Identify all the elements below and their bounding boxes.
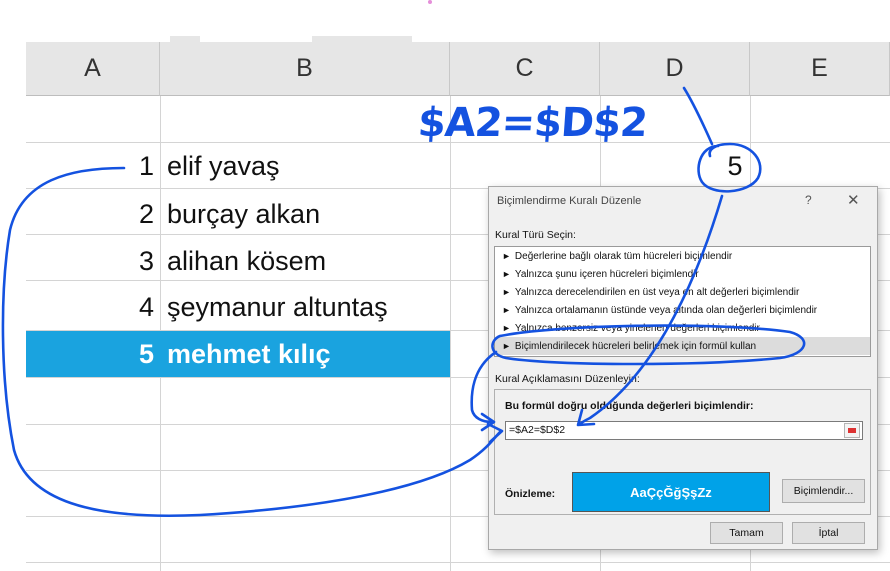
range-select-icon[interactable] — [844, 423, 860, 438]
rule-type-item[interactable]: ► Yalnızca ortalamanın üstünde veya altın… — [495, 301, 870, 319]
preview-label: Önizleme: — [505, 488, 556, 500]
formula-label: Bu formül doğru olduğunda değerleri biçi… — [505, 400, 754, 412]
arrow-right-icon: ► — [502, 305, 511, 315]
column-header-a[interactable]: A — [26, 42, 160, 96]
column-header-e[interactable]: E — [750, 42, 890, 96]
arrow-right-icon: ► — [502, 251, 511, 261]
edit-formatting-rule-dialog: Biçimlendirme Kuralı Düzenle ? ✕ Kural T… — [488, 186, 878, 550]
cursor-dot — [428, 0, 432, 4]
cell-a3[interactable]: 3 — [26, 238, 160, 284]
cell-b1[interactable]: elif yavaş — [160, 143, 450, 189]
help-icon[interactable]: ? — [805, 193, 812, 207]
rule-type-text: Yalnızca benzersiz veya yinelenen değerl… — [514, 323, 760, 334]
grid-line — [450, 96, 451, 571]
rule-type-text: Değerlerine bağlı olarak tüm hücreleri b… — [514, 251, 733, 262]
cell-a1[interactable]: 1 — [26, 143, 160, 189]
cell-b2[interactable]: burçay alkan — [160, 191, 450, 237]
rule-type-text: Yalnızca şunu içeren hücreleri biçimlend… — [514, 269, 699, 280]
cell-d2-value[interactable]: 5 — [700, 143, 770, 189]
handwritten-formula: $A2=$D$2 — [416, 100, 649, 146]
rule-type-item[interactable]: ► Yalnızca benzersiz veya yinelenen değer… — [495, 319, 870, 337]
column-header-b[interactable]: B — [160, 42, 450, 96]
dialog-title: Biçimlendirme Kuralı Düzenle — [497, 195, 642, 207]
column-header-d[interactable]: D — [600, 42, 750, 96]
cell-a4[interactable]: 4 — [26, 284, 160, 330]
rule-type-list[interactable]: ► Değerlerine bağlı olarak tüm hücreleri … — [494, 246, 871, 357]
close-icon[interactable]: ✕ — [847, 191, 860, 209]
format-button[interactable]: Biçimlendir... — [782, 479, 865, 503]
ok-button[interactable]: Tamam — [710, 522, 783, 544]
rule-type-label: Kural Türü Seçin: — [495, 229, 576, 241]
rule-type-text: Yalnızca ortalamanın üstünde veya altınd… — [514, 305, 818, 316]
format-preview: AaÇçĞğŞşZz — [572, 472, 770, 512]
arrow-right-icon: ► — [502, 341, 511, 351]
cell-b5[interactable]: mehmet kılıç — [160, 331, 450, 377]
ribbon-area — [26, 0, 890, 42]
cell-b4[interactable]: şeymanur altuntaş — [160, 284, 450, 330]
rule-type-item[interactable]: ► Yalnızca şunu içeren hücreleri biçimlen… — [495, 265, 870, 283]
cell-a5[interactable]: 5 — [26, 331, 160, 377]
grid-line — [26, 562, 890, 563]
cell-a2[interactable]: 2 — [26, 191, 160, 237]
arrow-right-icon: ► — [502, 269, 511, 279]
rule-type-item[interactable]: ► Yalnızca derecelendirilen en üst veya e… — [495, 283, 870, 301]
formula-input[interactable]: =$A2=$D$2 — [505, 421, 863, 440]
rule-type-text: Yalnızca derecelendirilen en üst veya en… — [514, 287, 800, 298]
arrow-right-icon: ► — [502, 323, 511, 333]
arrow-right-icon: ► — [502, 287, 511, 297]
description-label: Kural Açıklamasını Düzenleyin: — [495, 373, 640, 385]
rule-description-group: Bu formül doğru olduğunda değerleri biçi… — [494, 389, 871, 515]
cell-b3[interactable]: alihan kösem — [160, 238, 450, 284]
cancel-button[interactable]: İptal — [792, 522, 865, 544]
rule-type-text: Biçimlendirilecek hücreleri belirlemek i… — [514, 341, 757, 352]
column-header-c[interactable]: C — [450, 42, 600, 96]
formula-text: =$A2=$D$2 — [509, 424, 566, 436]
rule-type-item-selected[interactable]: ► Biçimlendirilecek hücreleri belirlemek … — [495, 337, 870, 355]
rule-type-item[interactable]: ► Değerlerine bağlı olarak tüm hücreleri … — [495, 247, 870, 265]
